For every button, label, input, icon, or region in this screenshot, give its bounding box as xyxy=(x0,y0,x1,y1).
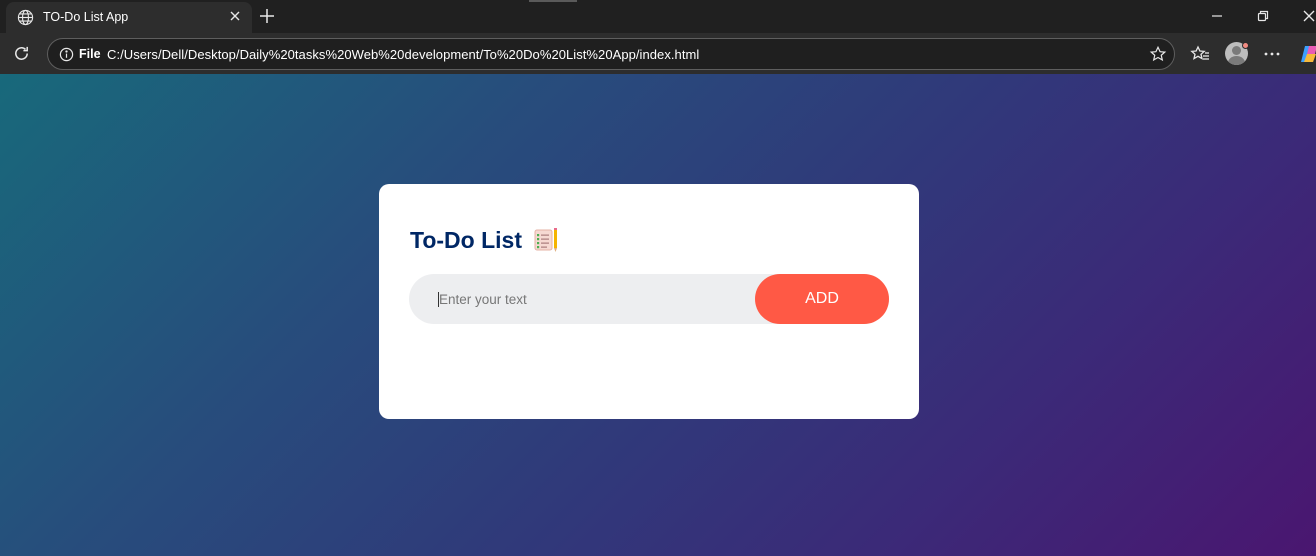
window-drag-indicator xyxy=(529,0,577,2)
site-info-chip[interactable]: File xyxy=(54,43,107,65)
new-tab-plus-icon[interactable] xyxy=(258,7,276,25)
restore-icon[interactable] xyxy=(1255,8,1271,24)
add-button[interactable]: ADD xyxy=(755,274,889,324)
page-title: To-Do List xyxy=(410,226,522,253)
todo-app-card: To-Do List ADD xyxy=(379,184,919,419)
reload-icon[interactable] xyxy=(12,44,31,63)
task-input-row: ADD xyxy=(409,274,889,324)
tab-close-icon[interactable] xyxy=(227,8,243,24)
task-input[interactable] xyxy=(439,274,749,324)
tab-title: TO-Do List App xyxy=(43,10,129,24)
app-heading: To-Do List xyxy=(410,226,560,254)
url-text[interactable]: C:/Users/Dell/Desktop/Daily%20tasks%20We… xyxy=(107,47,699,62)
checklist-notepad-icon xyxy=(534,228,557,252)
tab-strip: TO-Do List App xyxy=(0,0,1316,33)
browser-tab[interactable]: TO-Do List App xyxy=(6,2,252,33)
minimize-icon[interactable] xyxy=(1209,8,1225,24)
browser-toolbar: File C:/Users/Dell/Desktop/Daily%20tasks… xyxy=(0,33,1316,74)
address-bar[interactable]: File C:/Users/Dell/Desktop/Daily%20tasks… xyxy=(47,38,1175,70)
more-icon[interactable] xyxy=(1262,44,1282,64)
copilot-icon[interactable] xyxy=(1298,43,1316,65)
window-close-icon[interactable] xyxy=(1301,8,1316,24)
page-viewport: To-Do List ADD xyxy=(0,74,1316,556)
scheme-label: File xyxy=(79,47,101,61)
star-icon[interactable] xyxy=(1149,45,1167,63)
globe-icon xyxy=(17,9,34,26)
favorites-icon[interactable] xyxy=(1190,44,1210,64)
profile-notification-dot xyxy=(1242,42,1249,49)
avatar-head xyxy=(1232,46,1241,55)
avatar-body xyxy=(1228,56,1245,65)
info-icon xyxy=(59,47,74,61)
